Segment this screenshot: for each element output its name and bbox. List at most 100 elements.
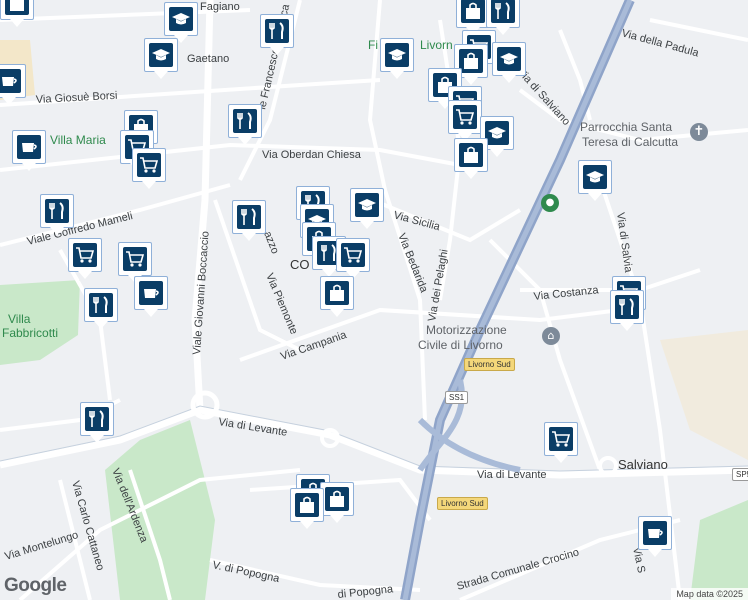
cafe-marker[interactable] <box>0 64 26 105</box>
shopping-bag-marker[interactable] <box>456 0 490 35</box>
restaurant-marker[interactable] <box>228 104 262 145</box>
school-icon <box>385 43 409 67</box>
street-label-gaetano: Gaetano <box>187 53 229 65</box>
street-label-v-di-popogna: V. di Popogna <box>211 559 281 585</box>
restaurant-icon <box>89 293 113 317</box>
restaurant-icon <box>45 199 69 223</box>
restaurant-marker[interactable] <box>232 200 266 241</box>
cafe-marker[interactable] <box>12 130 46 171</box>
cafe-marker[interactable] <box>134 276 168 317</box>
shopping-cart-icon <box>549 427 573 451</box>
cafe-icon <box>643 521 667 545</box>
badge-ss1: SS1 <box>445 391 469 404</box>
shopping-cart-icon <box>453 105 477 129</box>
badge-sp5: SP5 <box>732 468 748 481</box>
restaurant-icon <box>85 407 109 431</box>
shopping-cart-icon <box>137 153 161 177</box>
school-marker[interactable] <box>164 2 198 43</box>
street-label-carlo-cattaneo: Via Carlo Cattaneo <box>69 480 106 572</box>
place-parrocchia-2: Teresa di Calcutta <box>582 135 679 149</box>
shopping-cart-marker[interactable] <box>336 238 370 279</box>
place-villa-fabbricotti-2: Fabbricotti <box>2 326 59 340</box>
restaurant-marker[interactable] <box>486 0 520 35</box>
street-label-piemonte: Via Piemonte <box>263 271 300 336</box>
street-label-bedarida: Via Bedarida <box>395 232 430 296</box>
school-marker[interactable] <box>350 188 384 229</box>
school-marker[interactable] <box>144 38 178 79</box>
shopping-bag-marker[interactable] <box>454 138 488 179</box>
place-villa-fabbricotti-1: Villa <box>8 312 31 326</box>
badge-livorno-sud-1: Livorno Sud <box>464 358 515 371</box>
restaurant-icon <box>491 0 515 23</box>
cafe-icon <box>0 69 21 93</box>
park-east <box>690 500 748 600</box>
restaurant-icon <box>233 109 257 133</box>
cafe-icon <box>17 135 41 159</box>
place-salviano: Salviano <box>618 457 668 472</box>
street-label-dei-pelaghi: Via dei Pelaghi <box>426 248 451 322</box>
google-logo[interactable]: Google <box>4 575 67 597</box>
street-label-padula: Via della Padula <box>620 27 701 59</box>
school-marker[interactable] <box>492 42 526 83</box>
place-corea: CO <box>290 257 310 272</box>
area-yellow-east <box>660 330 748 460</box>
place-fiera-livorno: Fi <box>368 38 378 52</box>
church-icon[interactable]: ✝ <box>690 123 708 141</box>
shopping-cart-marker[interactable] <box>68 238 102 279</box>
school-icon <box>169 7 193 31</box>
school-marker[interactable] <box>578 160 612 201</box>
street-label-oberdan-chiesa: Via Oberdan Chiesa <box>262 149 362 161</box>
street-label-giosue-borsi: Via Giosuè Borsi <box>36 90 118 106</box>
restaurant-marker[interactable] <box>40 194 74 235</box>
shopping-bag-icon <box>325 281 349 305</box>
place-motorizzazione-1: Motorizzazione <box>426 323 507 337</box>
restaurant-icon <box>615 295 639 319</box>
shopping-bag-icon <box>295 493 319 517</box>
place-parrocchia-1: Parrocchia Santa <box>580 120 673 134</box>
street-label-costanza: Via Costanza <box>533 284 600 303</box>
place-motorizzazione-2: Civile di Livorno <box>418 338 503 352</box>
street-label-via-s: Via S <box>630 546 647 574</box>
shopping-cart-marker[interactable] <box>448 100 482 141</box>
shopping-cart-icon <box>73 243 97 267</box>
school-icon <box>497 47 521 71</box>
shopping-bag-marker[interactable] <box>0 0 34 27</box>
restaurant-marker[interactable] <box>80 402 114 443</box>
badge-livorno-sud-2: Livorno Sud <box>437 497 488 510</box>
school-icon <box>485 121 509 145</box>
park-ardenza <box>105 420 215 600</box>
shopping-cart-marker[interactable] <box>118 242 152 283</box>
shopping-cart-marker[interactable] <box>132 148 166 189</box>
shopping-cart-marker[interactable] <box>544 422 578 463</box>
shopping-cart-icon <box>123 247 147 271</box>
street-label-salvia: Via di Salvia <box>614 212 634 274</box>
restaurant-marker[interactable] <box>610 290 644 331</box>
street-label-crocino: Strada Comunale Crocino <box>456 546 581 592</box>
school-icon <box>583 165 607 189</box>
school-icon <box>355 193 379 217</box>
shopping-bag-marker[interactable] <box>320 276 354 317</box>
place-fiera-livorno-2: Livorn <box>420 38 453 52</box>
shopping-bag-icon <box>325 487 349 511</box>
street-label-fagiano: Fagiano <box>200 1 240 13</box>
shopping-bag-icon <box>459 49 483 73</box>
street-label-levante-right: Via di Levante <box>477 469 547 481</box>
restaurant-icon <box>237 205 261 229</box>
shopping-cart-icon <box>341 243 365 267</box>
cafe-marker[interactable] <box>638 516 672 557</box>
shopping-bag-marker[interactable] <box>290 488 324 529</box>
restaurant-icon <box>265 19 289 43</box>
shopping-bag-icon <box>461 0 485 23</box>
shopping-bag-marker[interactable] <box>320 482 354 523</box>
restaurant-marker[interactable] <box>84 288 118 329</box>
government-icon[interactable]: ⌂ <box>542 327 560 345</box>
restaurant-marker[interactable] <box>260 14 294 55</box>
shopping-bag-icon <box>459 143 483 167</box>
school-icon <box>149 43 173 67</box>
place-villa-maria: Villa Maria <box>50 133 106 147</box>
school-marker[interactable] <box>380 38 414 79</box>
map-data-attribution[interactable]: Map data ©2025 <box>671 588 748 600</box>
park-pin-icon[interactable]: ● <box>541 194 559 212</box>
cafe-icon <box>139 281 163 305</box>
shopping-bag-icon <box>5 0 29 15</box>
